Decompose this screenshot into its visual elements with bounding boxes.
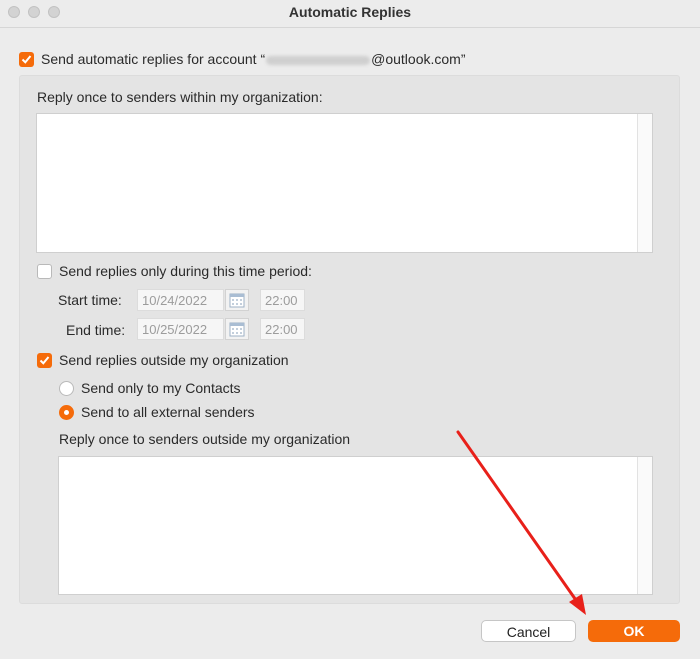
annotation-arrow (456, 430, 586, 615)
automatic-replies-dialog: Automatic Replies Send automatic replies… (0, 0, 700, 659)
